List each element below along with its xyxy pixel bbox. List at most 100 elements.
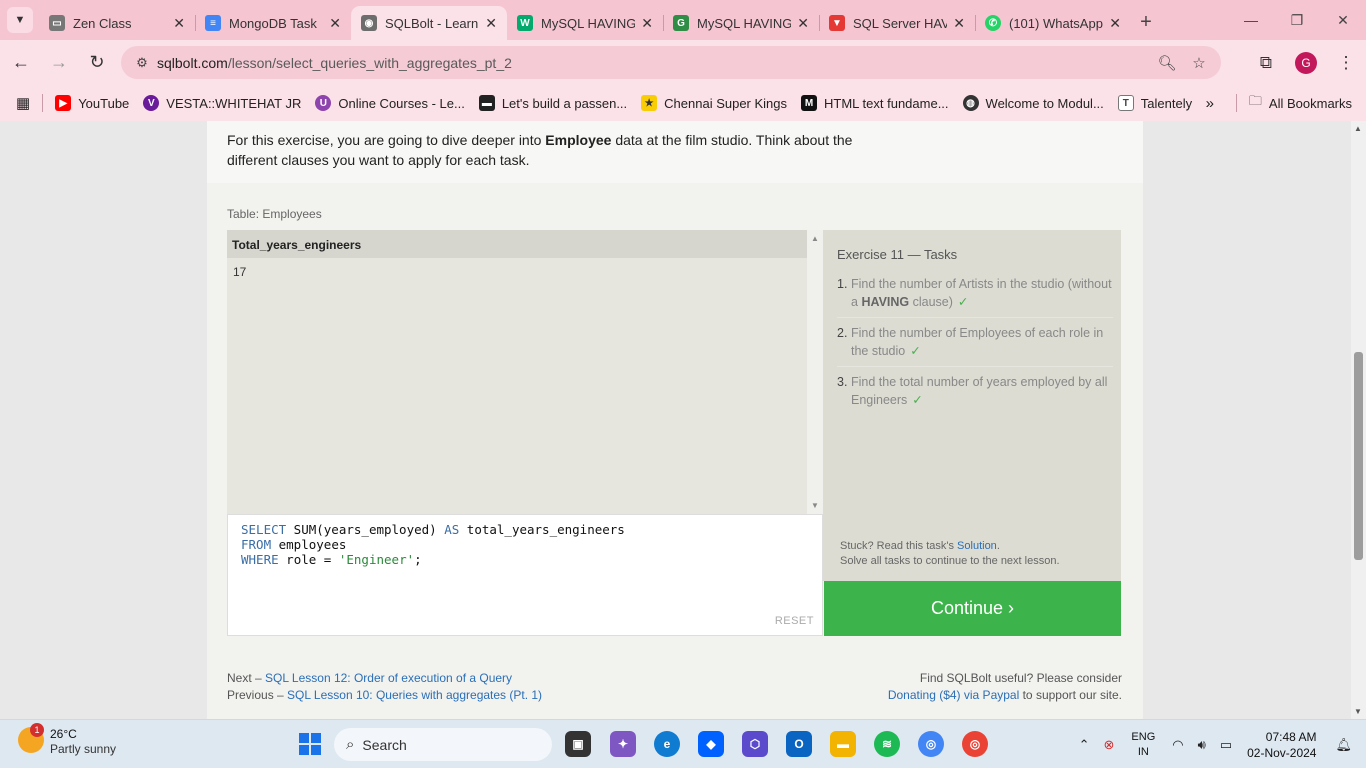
tab-sql-server-having[interactable]: ▼ SQL Server HAV ✕ xyxy=(819,6,975,40)
edge-icon[interactable]: e xyxy=(654,731,680,757)
page-viewport: For this exercise, you are going to dive… xyxy=(0,121,1366,719)
scroll-down-icon[interactable]: ▼ xyxy=(1354,707,1362,716)
bookmark-label: YouTube xyxy=(78,95,130,111)
tab-mongodb-task[interactable]: ≡ MongoDB Task ✕ xyxy=(195,6,351,40)
bookmark-star-icon[interactable]: ☆ xyxy=(1183,54,1215,72)
continue-button[interactable]: Continue › xyxy=(824,581,1121,636)
bookmark-youtube[interactable]: ▶ YouTube xyxy=(55,95,129,111)
chrome-icon[interactable]: ◎ xyxy=(918,731,944,757)
page-scrollbar[interactable]: ▲ ▼ xyxy=(1351,121,1366,719)
reset-button[interactable]: RESET xyxy=(775,614,814,629)
donate-link[interactable]: Donating ($4) via Paypal xyxy=(888,688,1019,702)
network-alert-icon[interactable]: ⊗ xyxy=(1104,737,1115,753)
result-column-header: Total_years_engineers xyxy=(227,230,807,258)
clock[interactable]: 07:48 AM 02-Nov-2024 xyxy=(1247,729,1316,761)
close-icon[interactable]: ✕ xyxy=(953,15,965,32)
notifications-bell-icon[interactable]: 🔔︎ xyxy=(1335,737,1352,753)
new-tab-button[interactable]: + xyxy=(1131,7,1161,37)
tab-whatsapp[interactable]: ✆ (101) WhatsApp ✕ xyxy=(975,6,1131,40)
result-cell: 17 xyxy=(233,265,247,279)
notification-badge: 1 xyxy=(30,723,44,737)
bookmark-talentely[interactable]: T Talentely xyxy=(1117,95,1192,111)
scroll-up-icon[interactable]: ▲ xyxy=(811,234,819,243)
bookmark-csk[interactable]: ★ Chennai Super Kings xyxy=(641,95,787,111)
close-icon[interactable]: ✕ xyxy=(641,15,653,32)
url-text[interactable]: sqlbolt.com/lesson/select_queries_with_a… xyxy=(157,55,512,71)
bookmark-passenger[interactable]: ▬ Let's build a passen... xyxy=(478,95,627,111)
close-icon[interactable]: ✕ xyxy=(485,15,497,32)
close-icon[interactable]: ✕ xyxy=(797,15,809,32)
result-table: Total_years_engineers 17 xyxy=(227,230,807,514)
back-button[interactable]: ← xyxy=(4,46,38,80)
url-path: /lesson/select_queries_with_aggregates_p… xyxy=(227,54,512,71)
dropbox-icon[interactable]: ◆ xyxy=(698,731,724,757)
tab-mysql-having-w3[interactable]: W MySQL HAVING ✕ xyxy=(507,6,663,40)
weather-temp: 26°C xyxy=(50,727,77,741)
courses-icon: U xyxy=(315,95,332,111)
profile-avatar[interactable]: G xyxy=(1295,51,1317,74)
reload-button[interactable]: ↻ xyxy=(80,46,114,80)
exercise-intro: For this exercise, you are going to dive… xyxy=(207,121,1143,183)
tab-mysql-having-gfg[interactable]: G MySQL HAVING ✕ xyxy=(663,6,819,40)
bookmark-vesta[interactable]: V VESTA::WHITEHAT JR xyxy=(143,95,301,111)
copilot-icon[interactable]: ✦ xyxy=(610,731,636,757)
language-indicator[interactable]: ENG IN xyxy=(1131,730,1155,760)
outlook-icon[interactable]: O xyxy=(786,731,812,757)
sql-text: total_years_engineers xyxy=(459,522,625,537)
tasks-title: Exercise 11 — Tasks xyxy=(837,247,958,262)
bookmark-online-courses[interactable]: U Online Courses - Le... xyxy=(315,95,465,111)
task-view-icon[interactable]: ▣ xyxy=(565,731,591,757)
tab-zen-class[interactable]: ▭ Zen Class ✕ xyxy=(39,6,195,40)
scroll-down-icon[interactable]: ▼ xyxy=(811,501,819,510)
task-number: 1. xyxy=(837,277,848,291)
start-button[interactable] xyxy=(299,733,321,755)
menu-kebab-icon[interactable]: ⋮ xyxy=(1326,53,1366,73)
prev-lesson-link[interactable]: SQL Lesson 10: Queries with aggregates (… xyxy=(287,688,542,702)
zen-class-icon: ▭ xyxy=(49,15,65,31)
chevron-up-icon[interactable]: ⌃ xyxy=(1079,737,1090,753)
scrollbar-thumb[interactable] xyxy=(1354,352,1363,560)
sql-keyword: WHERE xyxy=(241,552,279,567)
result-scrollbar[interactable]: ▲ ▼ xyxy=(807,230,823,514)
scroll-up-icon[interactable]: ▲ xyxy=(1354,124,1362,133)
tutorial-gateway-icon: ▼ xyxy=(829,15,845,31)
system-tray: ⌃ ⊗ ENG IN ◠ 🔊︎ ▭ 07:48 AM 02-Nov-2024 🔔︎ xyxy=(1072,720,1366,768)
site-info-icon[interactable]: ⚙ xyxy=(127,55,157,71)
google-docs-icon: ≡ xyxy=(205,15,221,31)
solution-link[interactable]: Solution xyxy=(957,540,997,552)
close-window-button[interactable]: ✕ xyxy=(1320,0,1366,40)
app-hexagon-icon[interactable]: ⬡ xyxy=(742,731,768,757)
tab-sqlbolt[interactable]: ◉ SQLBolt - Learn ✕ xyxy=(351,6,507,40)
bookmarks-bar: ▦ ▶ YouTube V VESTA::WHITEHAT JR U Online C… xyxy=(0,85,1366,121)
clock-time: 07:48 AM xyxy=(1265,729,1317,744)
zoom-icon[interactable]: 🔍︎ xyxy=(1151,54,1183,72)
file-explorer-icon[interactable]: ▬ xyxy=(830,731,856,757)
spotify-icon[interactable]: ≋ xyxy=(874,731,900,757)
weather-widget[interactable]: 1 26°C Partly sunny xyxy=(18,723,116,756)
taskbar-search[interactable]: ⌕ Search xyxy=(334,728,552,761)
tab-title: SQL Server HAV xyxy=(853,15,948,31)
wifi-icon[interactable]: ◠ xyxy=(1172,737,1183,753)
bookmark-html-text[interactable]: M HTML text fundame... xyxy=(801,95,949,111)
next-lesson-link[interactable]: SQL Lesson 12: Order of execution of a Q… xyxy=(265,671,512,685)
bookmark-welcome[interactable]: ◍ Welcome to Modul... xyxy=(962,95,1104,111)
gfg-icon: G xyxy=(673,15,689,31)
battery-icon[interactable]: ▭ xyxy=(1220,737,1232,753)
close-icon[interactable]: ✕ xyxy=(329,15,341,32)
minimize-icon: — xyxy=(1244,12,1258,28)
check-icon: ✓ xyxy=(957,295,969,309)
close-icon[interactable]: ✕ xyxy=(173,15,185,32)
minimize-button[interactable]: — xyxy=(1228,0,1274,40)
restore-button[interactable]: ❐ xyxy=(1274,0,1320,40)
address-bar[interactable]: ⚙ sqlbolt.com/lesson/select_queries_with… xyxy=(121,46,1221,79)
volume-icon[interactable]: 🔊︎ xyxy=(1198,737,1206,753)
all-bookmarks-button[interactable]: All Bookmarks xyxy=(1269,96,1352,111)
apps-icon[interactable]: ▦ xyxy=(16,94,30,112)
close-icon[interactable]: ✕ xyxy=(1109,15,1121,32)
sql-editor[interactable]: SELECT SUM(years_employed) AS total_year… xyxy=(227,514,823,636)
tab-search-button[interactable]: ▼ xyxy=(7,7,33,33)
extensions-icon[interactable]: ⧉ xyxy=(1246,53,1286,73)
forward-button[interactable]: → xyxy=(42,46,76,80)
more-bookmarks-icon[interactable]: » xyxy=(1206,95,1214,112)
chrome-profile-icon[interactable]: ◎ xyxy=(962,731,988,757)
